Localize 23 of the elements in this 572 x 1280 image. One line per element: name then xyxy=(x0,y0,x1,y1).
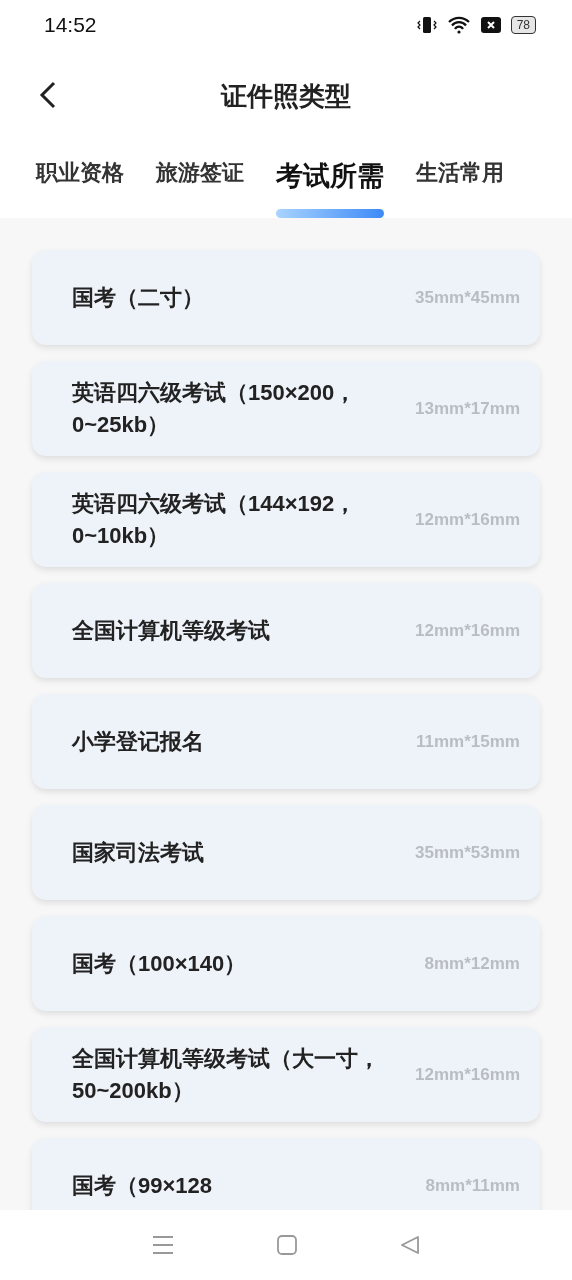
page-title: 证件照类型 xyxy=(221,79,351,113)
back-icon[interactable] xyxy=(38,80,58,110)
photo-type-name: 英语四六级考试（144×192，0~10kb） xyxy=(72,489,358,550)
photo-type-name: 国家司法考试 xyxy=(72,838,205,867)
photo-type-name: 全国计算机等级考试 xyxy=(72,616,271,645)
category-tab[interactable]: 旅游签证 xyxy=(156,142,244,218)
photo-type-name: 英语四六级考试（150×200，0~25kb） xyxy=(72,378,358,439)
category-tab[interactable]: 生活常用 xyxy=(416,142,504,218)
photo-type-name: 国考（100×140） xyxy=(72,949,248,978)
photo-type-name: 国考（99×128 xyxy=(72,1171,214,1200)
menu-icon[interactable] xyxy=(151,1235,174,1255)
home-icon[interactable] xyxy=(277,1235,297,1255)
no-sim-icon xyxy=(480,17,501,33)
photo-type-name: 国考（二寸） xyxy=(72,283,205,312)
back-nav-icon[interactable] xyxy=(400,1235,421,1255)
wifi-icon xyxy=(446,16,471,34)
battery-level: 78 xyxy=(510,16,536,34)
status-time: 14:52 xyxy=(44,13,97,37)
vibrate-icon xyxy=(416,16,437,34)
category-tab[interactable]: 考试所需 xyxy=(276,142,384,218)
photo-type-name: 小学登记报名 xyxy=(72,727,205,756)
category-tab[interactable]: 职业资格 xyxy=(36,142,124,218)
photo-type-name: 全国计算机等级考试（大一寸，50~200kb） xyxy=(72,1044,381,1105)
